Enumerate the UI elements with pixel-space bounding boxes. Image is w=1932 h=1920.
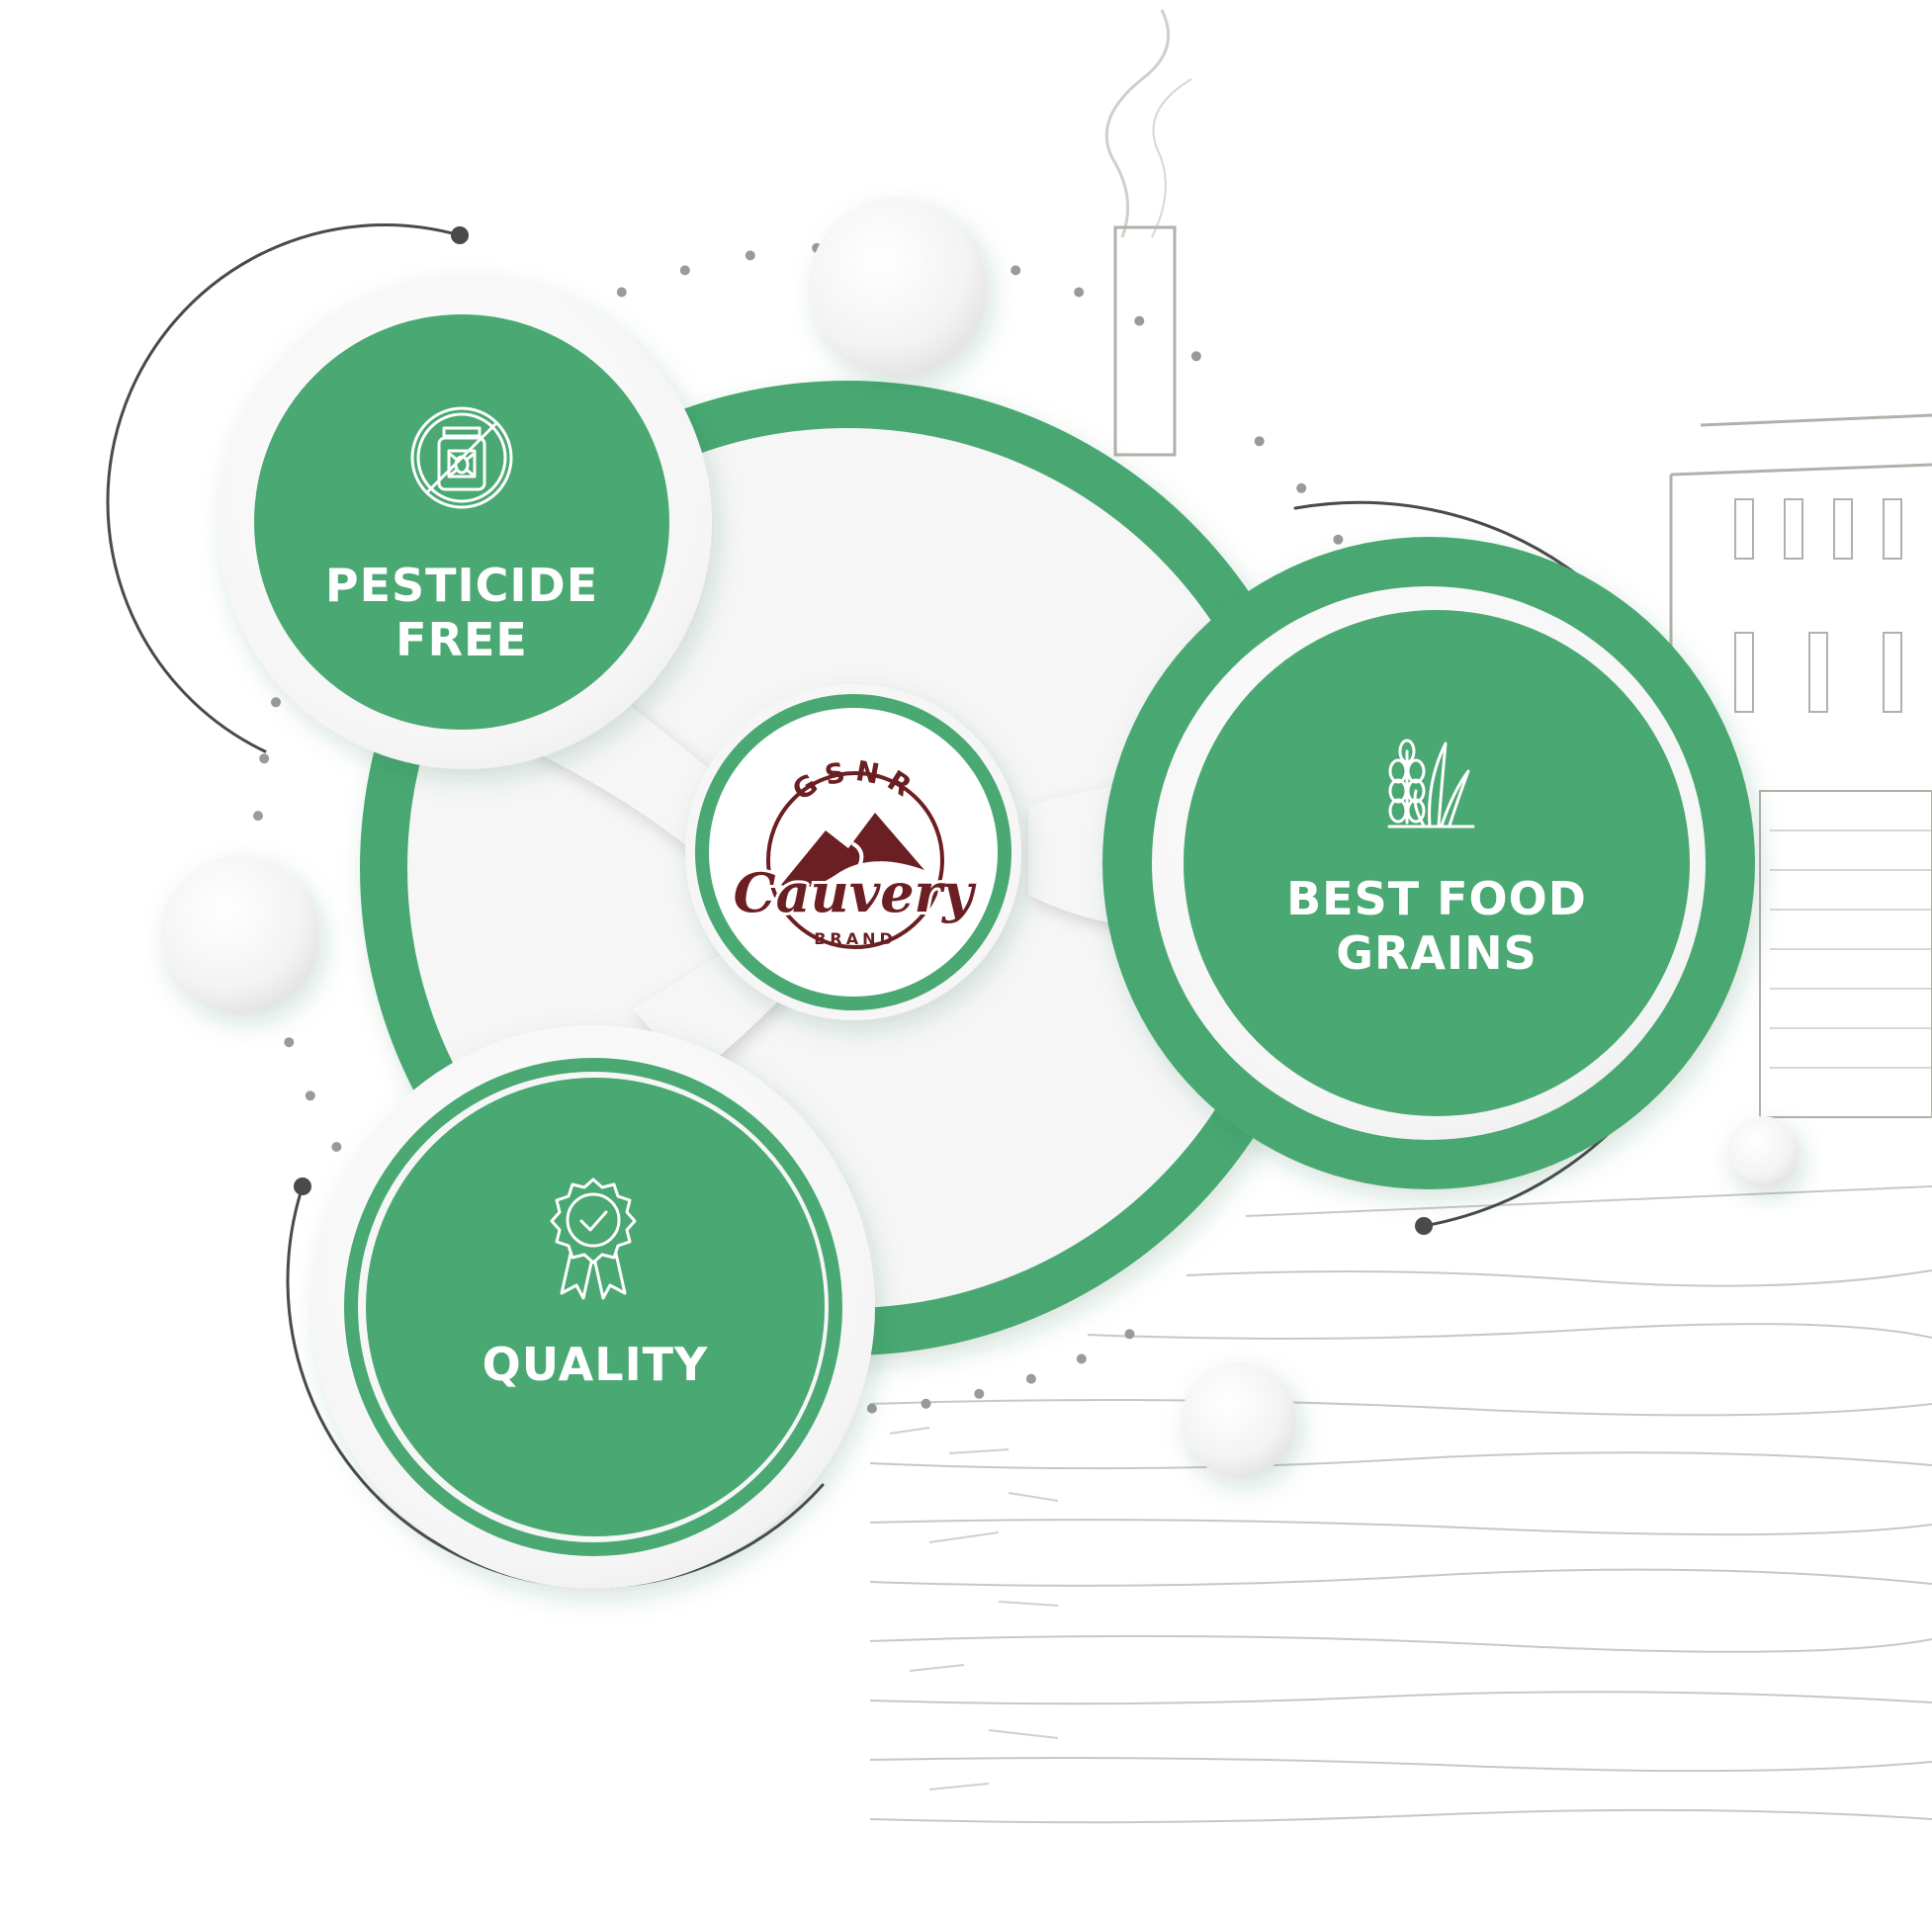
trail-dot: [679, 265, 690, 276]
trail-dot: [745, 250, 755, 261]
trail-dot: [616, 287, 627, 298]
feature-title-quality: QUALITY: [435, 1338, 755, 1392]
feature-node-pesticide-free: [218, 275, 712, 769]
feature-title-line: FREE: [395, 613, 528, 667]
trail-dot: [974, 1388, 985, 1399]
trail-dot: [1124, 1329, 1135, 1340]
trail-dot: [921, 1398, 931, 1409]
feature-node-best-food-grains: [1102, 537, 1755, 1189]
trail-dot: [866, 1403, 877, 1414]
feature-node-quality: [311, 1025, 875, 1589]
trail-dot: [331, 1142, 342, 1152]
logo-script-text: Cauvery: [734, 861, 977, 924]
trail-dot: [1025, 1373, 1036, 1384]
trail-dot: [284, 1037, 295, 1048]
trail-dot: [1333, 534, 1344, 545]
feature-title-line: QUALITY: [482, 1338, 709, 1391]
logo-arc-bottom-text: BRAND: [814, 929, 897, 948]
trail-dot: [1074, 287, 1085, 298]
trail-dot: [259, 753, 270, 764]
trail-dot: [1190, 351, 1201, 362]
trail-dot: [253, 811, 263, 822]
trail-dot: [1296, 482, 1307, 493]
trail-dot: [1076, 1353, 1087, 1364]
trail-dot: [305, 1091, 315, 1101]
infographic: GSNR Cauvery BRAND PESTICIDE FREE BEST F…: [0, 0, 1932, 1915]
trail-dot: [1134, 315, 1145, 326]
feature-title-best-food-grains: BEST FOOD GRAINS: [1249, 872, 1625, 981]
feature-title-line: PESTICIDE: [324, 559, 599, 612]
trail-dot: [1010, 265, 1021, 276]
trail-dot: [1254, 436, 1265, 447]
trail-dot: [271, 697, 281, 708]
feature-title-line: BEST FOOD: [1286, 872, 1587, 925]
feature-title-pesticide-free: PESTICIDE FREE: [297, 559, 627, 667]
infographic-canvas: GSNR Cauvery BRAND: [106, 9, 1932, 1859]
feature-title-line: GRAINS: [1336, 926, 1537, 981]
